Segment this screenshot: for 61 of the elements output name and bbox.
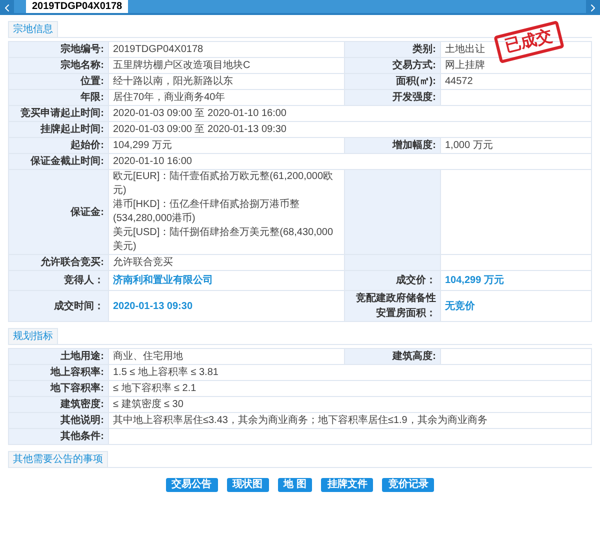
field-value: 104,299 万元 [108,138,344,154]
field-label: 宗地编号: [8,42,108,58]
deposit-line: 美元[USD]：陆仟捌佰肆拾叁万美元整(68,430,000美元) [113,226,334,254]
field-label: 建筑高度: [344,348,440,364]
action-button[interactable]: 现状图 [226,478,269,492]
field-label: 地下容积率: [8,380,108,396]
field-label: 土地用途: [8,348,108,364]
field-label: 允许联合竞买: [8,254,108,270]
field-value: 44572 [440,74,592,90]
field-value: ≤ 地下容积率 ≤ 2.1 [108,380,592,396]
field-value: 1.5 ≤ 地上容积率 ≤ 3.81 [108,364,592,380]
field-value: 2019TDGP04X0178 [108,42,344,58]
field-label: 起始价: [8,138,108,154]
field-value: 网上挂牌 [440,58,592,74]
field-label: 交易方式: [344,58,440,74]
action-button[interactable]: 地 图 [278,478,312,492]
section-heading: 其他需要公告的事项 [8,451,108,467]
field-label: 年限: [8,90,108,106]
tab[interactable]: 2019TDGP04X0178 [26,0,128,13]
field-value: 允许联合竞买 [108,254,344,270]
field-label: 其他条件: [8,428,108,444]
field-label: 保证金截止时间: [8,154,108,170]
field-value: 居住70年，商业商务40年 [108,90,344,106]
field-label: 地上容积率: [8,364,108,380]
scroll-right-button[interactable] [586,0,600,15]
field-value: 2020-01-03 09:00 至 2020-01-13 09:30 [108,122,592,138]
field-label: 竞配建政府储备性安置房面积： [344,290,440,322]
field-value: 2020-01-10 16:00 [108,154,592,170]
field-value: 其中地上容积率居住≤3.43，其余为商业商务；地下容积率居住≤1.9，其余为商业商务 [108,412,592,428]
field-value: 1,000 万元 [440,138,592,154]
field-label: 类别: [344,42,440,58]
field-label: 其他说明: [8,412,108,428]
action-button[interactable]: 竞价记录 [382,478,434,492]
field-value: 经十路以南，阳光新路以东 [108,74,344,90]
scroll-left-button[interactable] [0,0,14,15]
field-label: 位置: [8,74,108,90]
field-label: 面积(㎡): [344,74,440,90]
field-value: 无竞价 [440,290,592,322]
action-button[interactable]: 挂牌文件 [321,478,374,492]
field-label: 成交时间： [8,290,108,322]
field-label: 宗地名称: [8,58,108,74]
deposit-line: 港币[HKD]：伍亿叁仟肆佰贰拾捌万港币整(534,280,000港币) [113,198,301,226]
field-value: 104,299 万元 [440,270,592,290]
field-value: 商业、住宅用地 [108,348,344,364]
field-label: 竞得人： [8,270,108,290]
field-value: 济南利和置业有限公司 [108,270,344,290]
field-label: 竞买申请起止时间: [8,106,108,122]
field-value: 2020-01-03 09:00 至 2020-01-10 16:00 [108,106,592,122]
section-heading: 宗地信息 [8,21,58,37]
field-label: 开发强度: [344,90,440,106]
field-label: 成交价： [344,270,440,290]
field-label: 保证金: [8,170,108,254]
action-button[interactable]: 交易公告 [166,478,218,492]
field-label: 增加幅度: [344,138,440,154]
field-value: 五里牌坊棚户区改造项目地块C [108,58,344,74]
deposit-line: 欧元[EUR]：陆仟壹佰贰拾万欧元整(61,200,000欧元) [113,170,334,198]
field-label: 建筑密度: [8,396,108,412]
field-value: 2020-01-13 09:30 [108,290,344,322]
section-heading: 规划指标 [8,328,58,344]
field-value: ≤ 建筑密度 ≤ 30 [108,396,592,412]
field-label: 挂牌起止时间: [8,122,108,138]
